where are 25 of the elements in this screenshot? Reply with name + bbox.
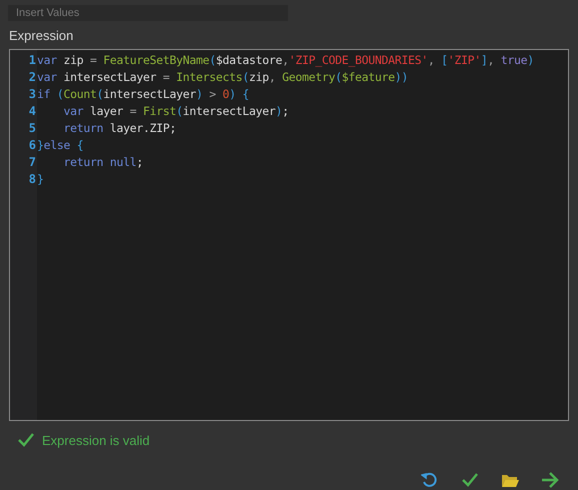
line-number: 4 [28, 102, 37, 120]
arrow-right-icon [541, 472, 559, 488]
code-line: var layer = First(intersectLayer); [62, 102, 290, 120]
code-editor[interactable] [9, 48, 569, 420]
next-button[interactable] [540, 470, 560, 490]
code-line: if (Count(intersectLayer) > 0) { [37, 86, 250, 102]
line-number: 8 [28, 170, 37, 188]
code-line: } [37, 170, 45, 188]
line-number: 7 [28, 154, 37, 170]
line-number: 6 [28, 136, 37, 154]
check-icon [462, 473, 478, 487]
line-number: 1 [28, 52, 37, 68]
code-line: var zip = FeatureSetByName($datastore,'ZIP_CODE_BOUNDARIES', ['ZIP'], true) [37, 52, 534, 68]
undo-icon [421, 471, 439, 489]
line-number: 2 [28, 68, 37, 86]
insert-values-field[interactable]: Insert Values [8, 5, 288, 22]
code-line: var intersectLayer = Intersects(zip, Geometry($feature)) [37, 68, 409, 86]
folder-icon [501, 472, 519, 488]
line-number: 3 [28, 86, 37, 102]
line-number: 5 [28, 120, 37, 136]
code-line: return layer.ZIP; [62, 120, 178, 136]
code-line: return null; [62, 154, 144, 170]
code-line: }else { [37, 136, 84, 154]
validation-message: Expression is valid [42, 432, 150, 450]
expression-label: Expression [8, 27, 74, 45]
